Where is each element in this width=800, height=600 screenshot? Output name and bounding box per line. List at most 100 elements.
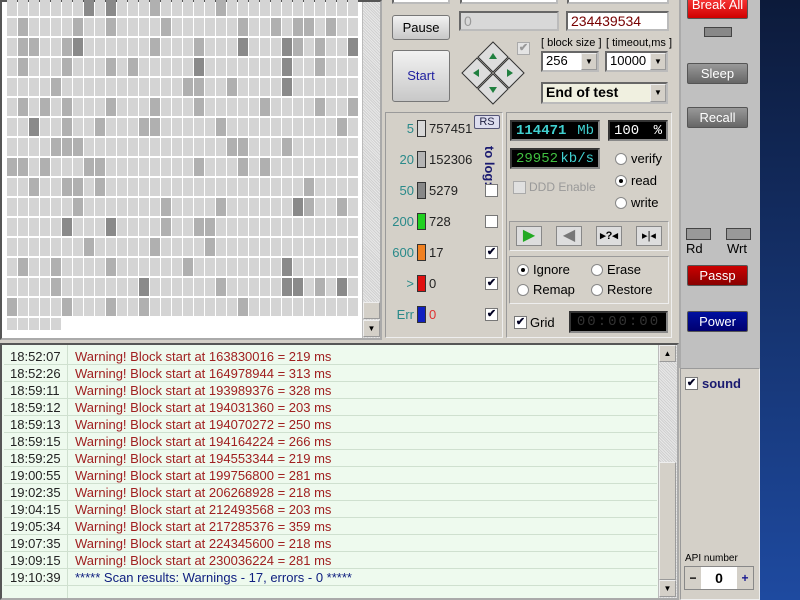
log-scrollbar[interactable]: ▲ ▼ [658, 345, 677, 598]
legend-item: 600 17 [386, 244, 443, 261]
reverse-checkbox[interactable]: ✔ [517, 42, 530, 55]
block-cell [73, 218, 83, 236]
block-cell [117, 278, 127, 296]
scroll-up-button[interactable]: ▲ [659, 345, 676, 362]
block-cell [282, 58, 292, 76]
play-icon[interactable]: ▶ [516, 226, 542, 246]
block-cell [84, 258, 94, 276]
pause-button[interactable]: Pause [392, 15, 450, 40]
block-cell [150, 258, 160, 276]
rs-button[interactable]: RS [474, 115, 500, 129]
top-field-3[interactable] [567, 0, 669, 4]
block-size-value: 256 [546, 53, 568, 68]
block-cell [84, 118, 94, 136]
action-radio-erase[interactable]: Erase [591, 262, 641, 277]
block-cell [183, 138, 193, 156]
read-label: Rd [686, 241, 703, 256]
block-cell [172, 198, 182, 216]
top-field-1[interactable] [392, 0, 450, 4]
block-cell [293, 178, 303, 196]
block-cell [106, 78, 116, 96]
recall-button[interactable]: Recall [687, 107, 748, 128]
block-cell [282, 0, 292, 16]
block-cell [326, 278, 336, 296]
block-cell [249, 238, 259, 256]
block-cell [304, 258, 314, 276]
rewind-icon[interactable]: ◀ [556, 226, 582, 246]
log-row: 19:02:35 Warning! Block start at 20626892… [4, 484, 657, 501]
action-radio-remap[interactable]: Remap [517, 282, 575, 297]
ddd-enable-checkbox[interactable] [513, 181, 526, 194]
block-cell [73, 158, 83, 176]
action-radio-restore[interactable]: Restore [591, 282, 653, 297]
to-log-checkbox[interactable] [485, 184, 498, 197]
block-cell [106, 218, 116, 236]
block-cell [205, 98, 215, 116]
decrement-button[interactable]: − [685, 567, 701, 589]
block-cell [7, 18, 17, 36]
block-cells [7, 0, 363, 330]
sleep-button[interactable]: Sleep [687, 63, 748, 84]
block-cell [315, 258, 325, 276]
block-size-select[interactable]: 256 ▼ [541, 51, 599, 72]
scroll-down-button[interactable]: ▼ [659, 580, 676, 597]
block-cell [183, 158, 193, 176]
api-number-stepper[interactable]: − 0 + [684, 566, 754, 590]
block-cell [348, 238, 358, 256]
mode-radio-read[interactable]: read [615, 173, 657, 188]
mode-radio-verify[interactable]: verify [615, 151, 662, 166]
block-cell [304, 278, 314, 296]
playback-bar: ▶ ◀ ▸?◂ ▸|◂ [509, 221, 669, 251]
block-cell [238, 118, 248, 136]
block-cell [84, 218, 94, 236]
increment-button[interactable]: + [737, 567, 753, 589]
end-lba-field[interactable]: 234439534 [566, 11, 669, 31]
block-cell [194, 278, 204, 296]
chevron-down-icon: ▼ [581, 53, 597, 70]
block-cell [183, 218, 193, 236]
grid-checkbox[interactable]: ✔ [514, 316, 527, 329]
block-cell [73, 78, 83, 96]
block-cell [227, 38, 237, 56]
top-field-2[interactable] [460, 0, 558, 4]
api-number-value[interactable]: 0 [701, 567, 737, 589]
block-cell [18, 318, 28, 330]
timeout-select[interactable]: 10000 ▼ [605, 51, 668, 72]
to-log-checkbox[interactable] [485, 215, 498, 228]
break-all-button[interactable]: Break All [687, 0, 748, 19]
log-row: 18:59:15 Warning! Block start at 19416422… [4, 433, 657, 450]
end-action-select[interactable]: End of test ▼ [541, 82, 668, 104]
scroll-down-button[interactable]: ▼ [363, 320, 380, 337]
passp-button[interactable]: Passp [687, 265, 748, 286]
block-cell [150, 118, 160, 136]
scroll-thumb[interactable] [363, 302, 380, 319]
scroll-thumb[interactable] [659, 462, 676, 580]
to-log-checkbox[interactable]: ✔ [485, 308, 498, 321]
end-action-value: End of test [546, 84, 619, 100]
power-button[interactable]: Power [687, 311, 748, 332]
mode-radio-write[interactable]: write [615, 195, 658, 210]
grid-scrollbar[interactable]: ▼ [362, 2, 380, 338]
block-cell [326, 18, 336, 36]
block-cell [84, 178, 94, 196]
block-cell [337, 0, 347, 16]
block-cell [304, 18, 314, 36]
sound-checkbox[interactable]: ✔ [685, 377, 698, 390]
block-cell [106, 98, 116, 116]
to-log-checkbox[interactable]: ✔ [485, 277, 498, 290]
to-log-checkbox[interactable]: ✔ [485, 246, 498, 259]
block-cell [161, 0, 171, 16]
block-cell [73, 258, 83, 276]
start-lba-field[interactable]: 0 [459, 11, 559, 31]
block-cell [194, 78, 204, 96]
action-radio-ignore[interactable]: Ignore [517, 262, 570, 277]
block-cell [139, 138, 149, 156]
block-cell [216, 278, 226, 296]
block-cell [172, 118, 182, 136]
seek-end-icon[interactable]: ▸|◂ [636, 226, 662, 246]
block-cell [95, 258, 105, 276]
block-cell [62, 98, 72, 116]
start-button[interactable]: Start [392, 50, 450, 102]
timeout-value: 10000 [610, 53, 647, 68]
seek-random-icon[interactable]: ▸?◂ [596, 226, 622, 246]
